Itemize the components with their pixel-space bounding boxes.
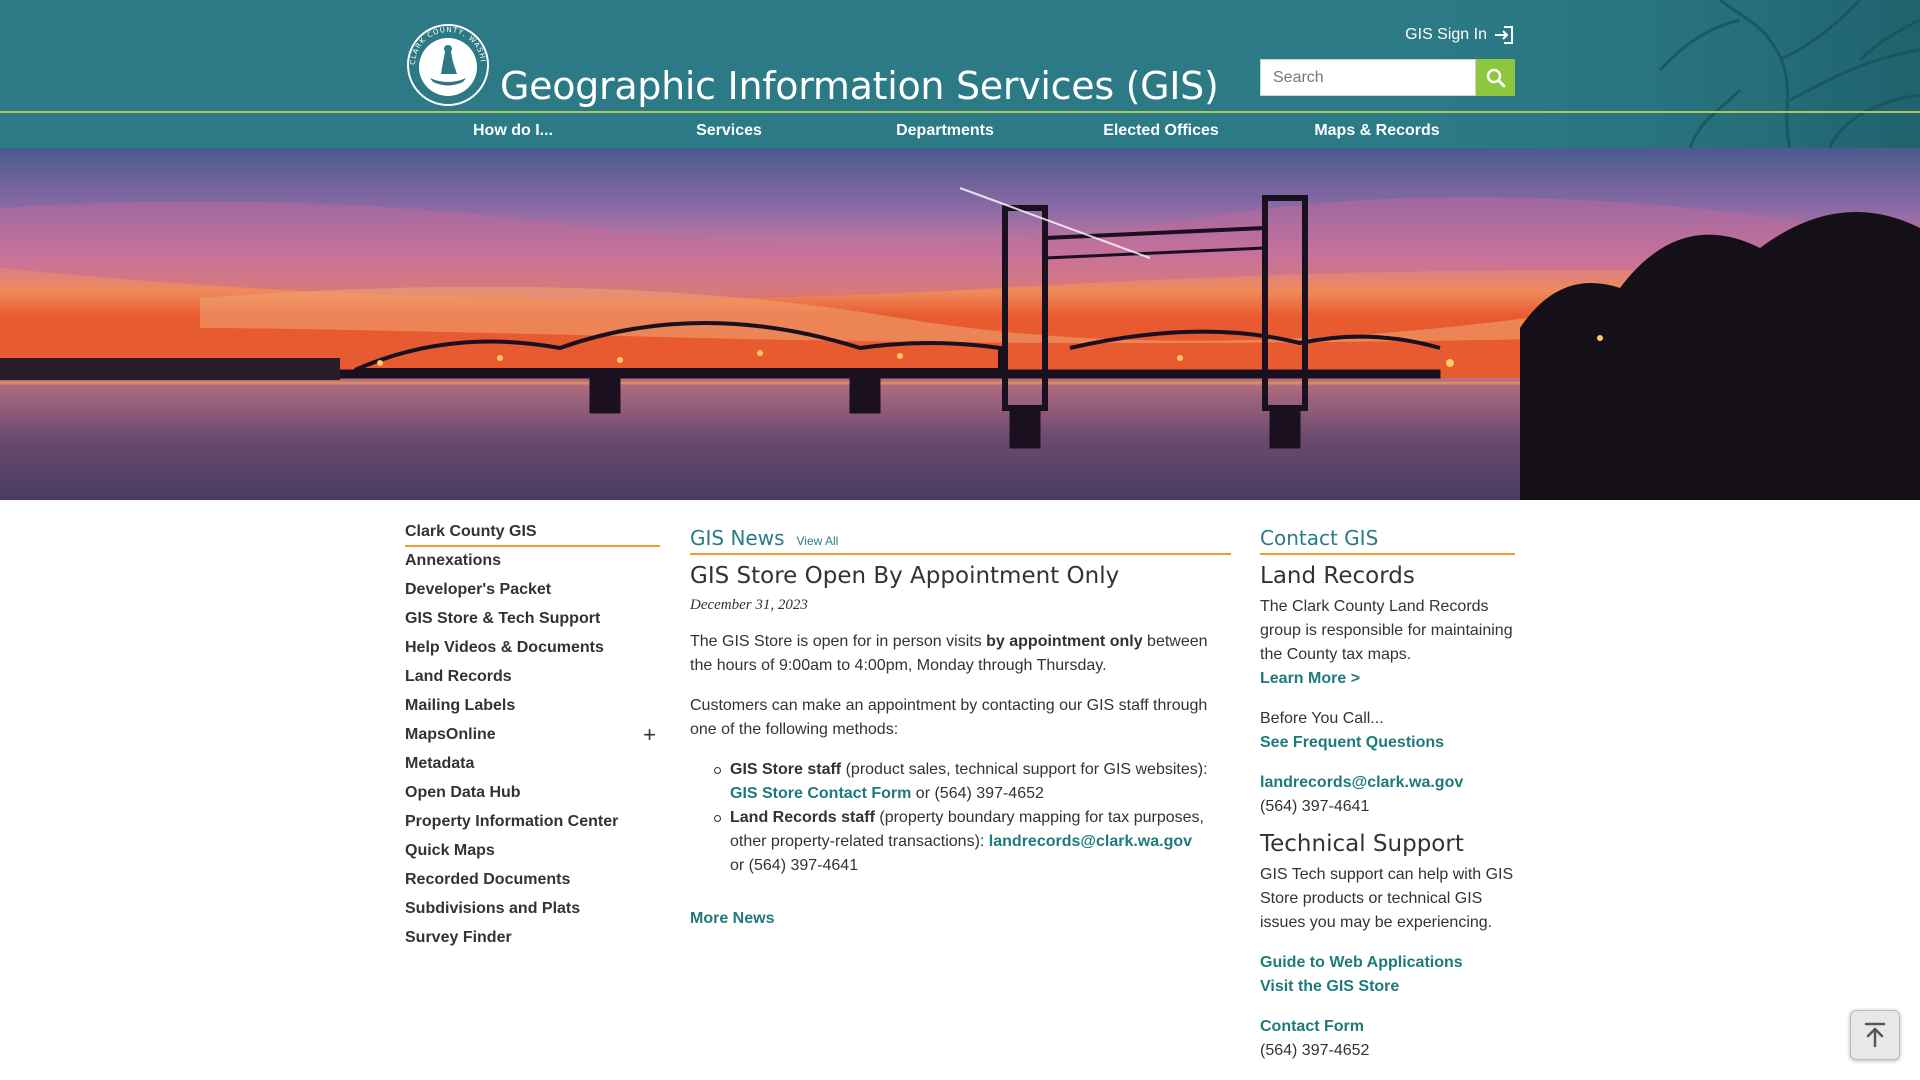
technical-support-description: GIS Tech support can help with GIS Store… xyxy=(1260,866,1514,931)
sidebar-item-clark-county-gis[interactable]: Clark County GIS xyxy=(405,522,660,547)
site-header: CLARK COUNTY, WASHINGTON Geographic Info… xyxy=(0,0,1920,148)
b1-text: (product sales, technical support for GI… xyxy=(841,761,1208,778)
b1-tail: or (564) 397-4652 xyxy=(911,785,1044,802)
signin-icon xyxy=(1495,26,1513,44)
news-headline: GIS Store Open By Appointment Only xyxy=(690,563,1120,589)
expand-plus-icon[interactable]: + xyxy=(643,724,656,746)
news-paragraph-1: The GIS Store is open for in person visi… xyxy=(690,630,1231,678)
search-icon xyxy=(1486,68,1505,87)
visit-gis-store-link[interactable]: Visit the GIS Store xyxy=(1260,975,1515,999)
sidebar-item-land-records[interactable]: Land Records xyxy=(405,667,660,696)
header-inner: CLARK COUNTY, WASHINGTON Geographic Info… xyxy=(405,0,1515,112)
nav-how-do-i[interactable]: How do I... xyxy=(405,113,621,148)
p1-emphasis: by appointment only xyxy=(986,633,1143,650)
land-records-description: The Clark County Land Records group is r… xyxy=(1260,598,1513,663)
sidebar-item-mapsonline-label[interactable]: MapsOnline xyxy=(405,726,496,743)
sidebar-item-gis-store[interactable]: GIS Store & Tech Support xyxy=(405,609,660,638)
back-to-top-icon xyxy=(1864,1022,1886,1048)
signin-label: GIS Sign In xyxy=(1405,26,1487,43)
sidebar-item-annexations[interactable]: Annexations xyxy=(405,551,660,580)
main-nav: How do I... Services Departments Elected… xyxy=(405,113,1515,148)
county-seal-logo[interactable]: CLARK COUNTY, WASHINGTON xyxy=(405,22,495,108)
land-records-heading: Land Records xyxy=(1260,563,1415,589)
gis-sign-in-link[interactable]: GIS Sign In xyxy=(1405,25,1515,45)
search-button[interactable] xyxy=(1476,59,1515,96)
sidebar-item-developers-packet[interactable]: Developer's Packet xyxy=(405,580,660,609)
section-sidebar-nav: Clark County GIS Annexations Developer's… xyxy=(405,522,660,957)
site-title[interactable]: Geographic Information Services (GIS) xyxy=(500,64,1219,108)
contact-section-header: Contact GIS xyxy=(1260,526,1515,555)
contact-section: Contact GIS Land Records The Clark Count… xyxy=(1260,526,1515,1063)
b2-strong: Land Records staff xyxy=(730,809,875,826)
news-section-title[interactable]: GIS News xyxy=(690,526,785,550)
sidebar-item-survey-finder[interactable]: Survey Finder xyxy=(405,928,660,957)
contact-methods-list: GIS Store staff (product sales, technica… xyxy=(714,758,1231,878)
technical-support-heading: Technical Support xyxy=(1260,831,1464,857)
land-records-email-link[interactable]: landrecords@clark.wa.gov xyxy=(1260,771,1515,795)
hero-banner-image xyxy=(0,148,1920,500)
sidebar-item-subdivisions[interactable]: Subdivisions and Plats xyxy=(405,899,660,928)
sidebar-item-help-videos[interactable]: Help Videos & Documents xyxy=(405,638,660,667)
before-you-call-text: Before You Call... xyxy=(1260,710,1384,727)
contact-section-title[interactable]: Contact GIS xyxy=(1260,526,1378,550)
sidebar-item-open-data-hub[interactable]: Open Data Hub xyxy=(405,783,660,812)
sidebar-item-recorded-documents[interactable]: Recorded Documents xyxy=(405,870,660,899)
tech-support-phone: (564) 397-4652 xyxy=(1260,1042,1370,1059)
guide-web-apps-link[interactable]: Guide to Web Applications xyxy=(1260,951,1515,975)
search-input[interactable] xyxy=(1260,59,1476,96)
nav-elected-offices[interactable]: Elected Offices xyxy=(1053,113,1269,148)
contact-form-link[interactable]: Contact Form xyxy=(1260,1015,1515,1039)
back-to-top-button[interactable] xyxy=(1850,1010,1900,1060)
landrecords-email-link[interactable]: landrecords@clark.wa.gov xyxy=(989,833,1192,850)
learn-more-link[interactable]: Learn More > xyxy=(1260,667,1515,691)
sidebar-item-property-info[interactable]: Property Information Center xyxy=(405,812,660,841)
list-item: GIS Store staff (product sales, technica… xyxy=(714,758,1231,806)
p1-text: The GIS Store is open for in person visi… xyxy=(690,633,987,650)
nav-services[interactable]: Services xyxy=(621,113,837,148)
sidebar-item-mailing-labels[interactable]: Mailing Labels xyxy=(405,696,660,725)
gis-store-contact-form-link[interactable]: GIS Store Contact Form xyxy=(730,785,911,802)
faq-link[interactable]: See Frequent Questions xyxy=(1260,731,1515,755)
sidebar-item-metadata[interactable]: Metadata xyxy=(405,754,660,783)
list-item: Land Records staff (property boundary ma… xyxy=(714,806,1231,878)
news-paragraph-2: Customers can make an appointment by con… xyxy=(690,697,1208,738)
land-records-phone: (564) 397-4641 xyxy=(1260,798,1370,815)
sidebar-item-quick-maps[interactable]: Quick Maps xyxy=(405,841,660,870)
more-news-link[interactable]: More News xyxy=(690,910,1231,928)
sidebar-item-mapsonline: MapsOnline + xyxy=(405,724,660,754)
news-section: GIS News View All GIS Store Open By Appo… xyxy=(690,526,1231,928)
news-date: December 31, 2023 xyxy=(690,597,808,613)
nav-maps-records[interactable]: Maps & Records xyxy=(1269,113,1485,148)
news-section-header: GIS News View All xyxy=(690,526,1231,555)
b2-tail: or (564) 397-4641 xyxy=(730,857,859,874)
b1-strong: GIS Store staff xyxy=(730,761,842,778)
nav-departments[interactable]: Departments xyxy=(837,113,1053,148)
view-all-news-link[interactable]: View All xyxy=(797,534,839,548)
search-form xyxy=(1260,59,1515,96)
